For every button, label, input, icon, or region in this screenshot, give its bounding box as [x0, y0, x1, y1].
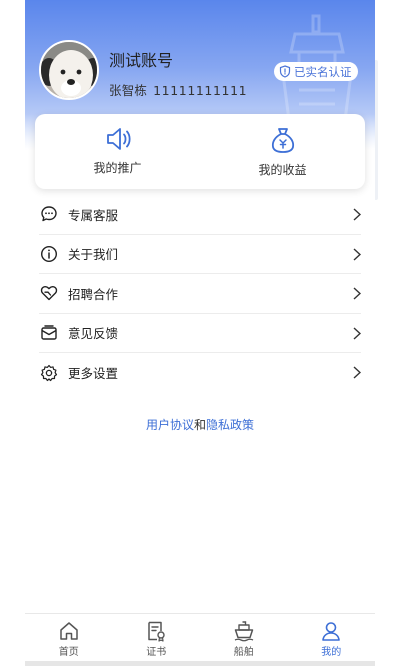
- user-agreement-link[interactable]: 用户协议: [146, 418, 194, 432]
- agreement-conjunction: 和: [193, 418, 206, 432]
- menu-item-label: 专属客服: [68, 207, 119, 223]
- tab-home-label: 首页: [58, 647, 79, 658]
- gear-icon: [39, 363, 59, 383]
- agreement-links: 用户协议和隐私政策: [25, 416, 375, 433]
- info-icon: [39, 244, 59, 264]
- profile-uid: 11111111111: [153, 83, 248, 98]
- settings-menu: 专属客服 关于我们 招聘合作 意见反馈 更多设置: [39, 195, 361, 393]
- my-earnings-button[interactable]: 我的收益: [200, 114, 365, 189]
- feedback-mail-icon: [39, 323, 59, 343]
- chevron-right-icon: [353, 326, 361, 340]
- profile-name: 测试账号: [109, 51, 174, 70]
- menu-item-more-settings[interactable]: 更多设置: [39, 353, 361, 393]
- verified-badge[interactable]: 已实名认证: [274, 62, 358, 81]
- home-icon: [60, 622, 78, 640]
- verified-badge-label: 已实名认证: [294, 64, 352, 79]
- chevron-right-icon: [353, 247, 361, 261]
- tab-home[interactable]: 首页: [25, 614, 113, 663]
- tab-certificate-label: 证书: [146, 647, 167, 658]
- menu-item-customer-service[interactable]: 专属客服: [39, 195, 361, 235]
- tab-certificate[interactable]: 证书: [113, 614, 201, 663]
- avatar[interactable]: [39, 40, 99, 100]
- user-icon: [322, 622, 341, 641]
- service-chat-icon: [39, 204, 59, 224]
- my-promotion-label: 我的推广: [93, 161, 142, 175]
- chevron-right-icon: [353, 287, 361, 300]
- tab-mine[interactable]: 我的: [288, 614, 376, 663]
- my-earnings-label: 我的收益: [258, 163, 307, 177]
- quick-actions-card: 我的推广 我的收益: [35, 114, 365, 189]
- menu-item-label: 招聘合作: [68, 286, 119, 302]
- menu-item-label: 更多设置: [68, 366, 119, 382]
- menu-item-feedback[interactable]: 意见反馈: [39, 314, 361, 353]
- menu-item-label: 关于我们: [68, 247, 119, 263]
- money-bag-icon: [271, 128, 294, 153]
- profile-real-name: 张智栋: [109, 83, 148, 98]
- menu-item-recruitment[interactable]: 招聘合作: [39, 274, 361, 314]
- bottom-tab-bar: 首页 证书 船舶 我的: [25, 613, 375, 663]
- my-promotion-button[interactable]: 我的推广: [35, 114, 200, 189]
- privacy-policy-link[interactable]: 隐私政策: [206, 418, 254, 432]
- bottom-safe-area: [25, 661, 375, 666]
- certificate-icon: [148, 621, 165, 642]
- shield-check-icon: [279, 65, 291, 78]
- chevron-right-icon: [353, 366, 361, 379]
- tab-ship[interactable]: 船舶: [200, 614, 288, 663]
- menu-item-about-us[interactable]: 关于我们: [39, 235, 361, 274]
- profile-details: 张智栋 11111111111: [109, 80, 247, 99]
- menu-item-label: 意见反馈: [68, 326, 119, 342]
- handshake-heart-icon: [39, 283, 59, 303]
- ship-icon: [234, 621, 254, 642]
- tab-ship-label: 船舶: [233, 647, 254, 658]
- tab-mine-label: 我的: [321, 647, 342, 658]
- speaker-icon: [106, 128, 131, 150]
- app-screen: 测试账号 张智栋 11111111111 已实名认证 我的推广 我的收益 专属客…: [25, 0, 375, 666]
- chevron-right-icon: [353, 208, 361, 221]
